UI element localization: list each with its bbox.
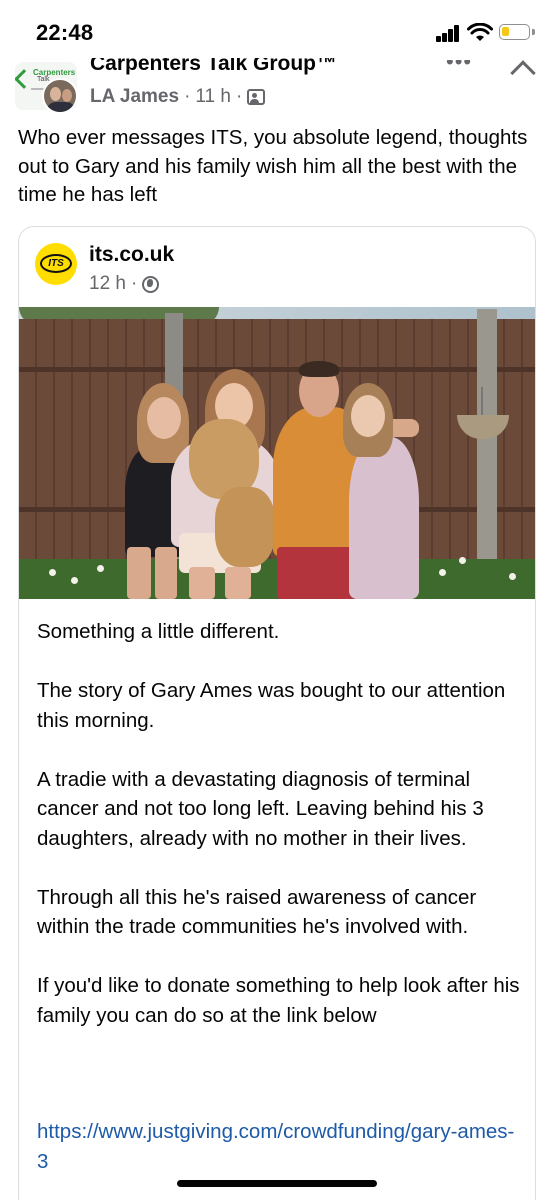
author-name[interactable]: LA James <box>90 86 179 108</box>
its-logo-icon: ITS <box>40 254 72 273</box>
meta-separator: · <box>235 86 243 107</box>
battery-tip <box>532 29 535 35</box>
meta-separator: · <box>130 273 138 294</box>
group-name[interactable]: Carpenters Talk Group™ <box>90 58 337 75</box>
photo-person-hair <box>299 361 339 377</box>
photo-person-head <box>147 397 181 439</box>
photo-flower <box>71 577 78 584</box>
photo-person-head <box>351 395 385 437</box>
donation-link[interactable]: https://www.justgiving.com/crowdfunding/… <box>37 1117 525 1176</box>
photo-person-legs <box>155 547 177 599</box>
photo-person <box>349 437 419 599</box>
photo-person-legs <box>189 567 215 599</box>
wifi-icon <box>467 23 493 41</box>
shared-post-photo[interactable] <box>19 307 535 599</box>
globe-icon <box>142 275 160 293</box>
author-avatar[interactable] <box>42 78 78 114</box>
shared-post-card[interactable]: ITS its.co.uk 12 h · Something a little … <box>18 226 536 1200</box>
avatar-figure-body <box>46 102 76 112</box>
group-name-text[interactable]: Carpenters Talk Group™ <box>90 58 337 75</box>
description-paragraph: Something a little different. <box>37 620 280 643</box>
post-timestamp[interactable]: 11 h <box>195 86 231 108</box>
status-time: 22:48 <box>36 20 94 45</box>
photo-fence-rail <box>19 367 535 372</box>
group-members-icon <box>247 89 266 105</box>
page-avatar[interactable]: ITS <box>35 243 77 285</box>
shared-post-meta: 12 h · <box>89 273 160 295</box>
post-text: Who ever messages ITS, you absolute lege… <box>18 126 528 206</box>
photo-flower <box>509 573 516 580</box>
cellular-signal-icon <box>436 25 462 42</box>
shared-post-description: Something a little different. The story … <box>37 617 525 1060</box>
photo-flower <box>459 557 466 564</box>
post-meta: LA James · 11 h · <box>90 86 266 108</box>
description-paragraph: If you'd like to donate something to hel… <box>37 974 520 1027</box>
photo-dog-body <box>215 487 275 567</box>
home-indicator[interactable] <box>177 1180 377 1187</box>
chevron-up-icon[interactable] <box>510 60 536 86</box>
photo-flower <box>97 565 104 572</box>
shared-post-timestamp[interactable]: 12 h <box>89 273 126 295</box>
post-header: Carpenters Talk Carpenters Talk Group™ L… <box>0 58 554 118</box>
photo-flower <box>49 569 56 576</box>
photo-flower <box>439 569 446 576</box>
group-logo-arrow <box>15 69 34 89</box>
description-paragraph: A tradie with a devastating diagnosis of… <box>37 767 484 850</box>
battery-fill <box>502 27 509 36</box>
photo-person-legs <box>127 547 151 599</box>
status-bar: 22:48 <box>0 0 554 62</box>
avatar-figure-face <box>50 87 61 101</box>
page-name[interactable]: its.co.uk <box>89 243 174 267</box>
meta-separator: · <box>184 86 191 107</box>
description-paragraph: Through all this he's raised awareness o… <box>37 885 477 939</box>
more-options-icon[interactable]: ••• <box>446 60 472 70</box>
photo-basket-rope <box>481 387 483 417</box>
battery-low-icon <box>499 24 530 40</box>
photo-person-legs <box>225 567 251 599</box>
description-paragraph: The story of Gary Ames was bought to our… <box>37 679 506 732</box>
avatar-figure-face <box>62 89 72 102</box>
photo-fence-post <box>477 309 497 569</box>
